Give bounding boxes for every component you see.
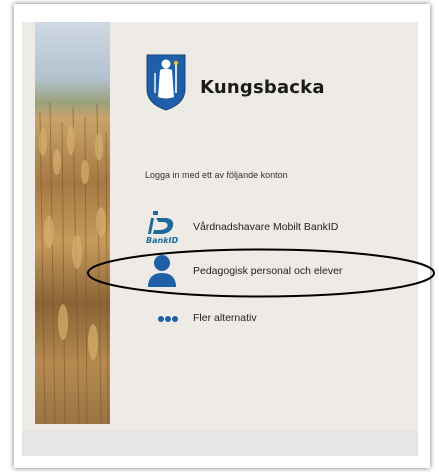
kungsbacka-coat-of-arms-icon	[145, 53, 187, 111]
more-options-link[interactable]: Fler alternativ	[145, 310, 385, 328]
more-dots-icon	[145, 310, 179, 333]
bankid-option-label: Vårdnadshavare Mobilt BankID	[193, 221, 339, 233]
footer-strip	[22, 430, 418, 456]
bankid-login-option[interactable]: BankID Vårdnadshavare Mobilt BankID	[145, 209, 385, 245]
bankid-icon: BankID	[145, 209, 179, 250]
more-options-label: Fler alternativ	[193, 312, 257, 324]
brand-name: Kungsbacka	[200, 77, 325, 98]
svg-text:BankID: BankID	[146, 236, 178, 245]
annotation-ellipse	[86, 247, 436, 304]
wheat-field-image	[35, 22, 110, 424]
login-intro-text: Logga in med ett av följande konton	[145, 170, 288, 180]
